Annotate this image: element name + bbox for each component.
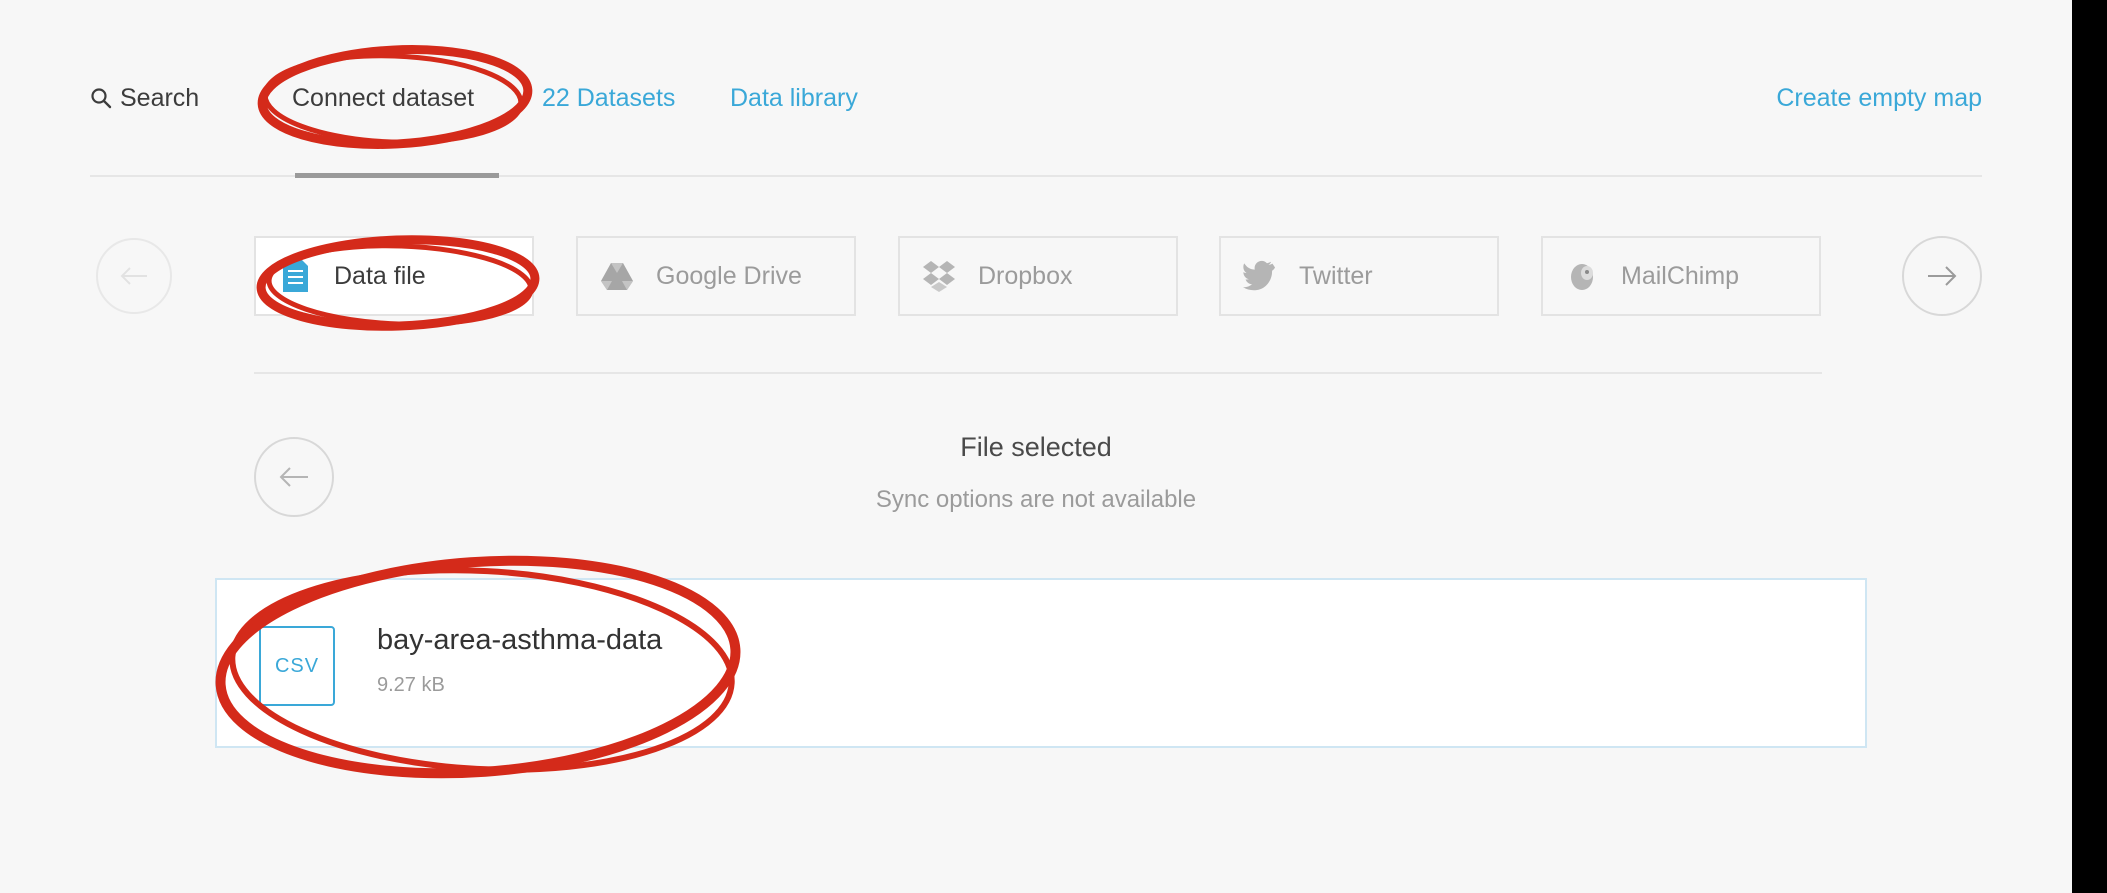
section-divider [254, 372, 1822, 374]
source-label: Dropbox [978, 261, 1073, 290]
mailchimp-icon [1571, 264, 1593, 290]
source-label: Twitter [1299, 261, 1373, 290]
source-twitter-button[interactable]: Twitter [1219, 236, 1499, 316]
selected-file-card[interactable]: CSV bay-area-asthma-data 9.27 kB [215, 578, 1867, 748]
connect-dataset-panel: Search Connect dataset 22 Datasets Data … [0, 0, 2072, 893]
source-label: Data file [334, 261, 426, 290]
arrow-left-icon [279, 467, 308, 487]
create-empty-map-link[interactable]: Create empty map [1776, 82, 1982, 114]
carousel-prev-button[interactable] [96, 238, 172, 314]
source-label: Google Drive [656, 261, 802, 290]
source-label: MailChimp [1621, 261, 1740, 290]
file-type-badge: CSV [259, 626, 335, 706]
carousel-next-button[interactable] [1902, 236, 1982, 316]
search-tab[interactable]: Search [90, 82, 199, 114]
source-google-drive-button[interactable]: Google Drive [576, 236, 856, 316]
google-drive-icon [601, 263, 633, 290]
source-mailchimp-button[interactable]: MailChimp [1541, 236, 1821, 316]
data-library-tab[interactable]: Data library [730, 82, 858, 114]
arrow-right-icon [1928, 266, 1957, 286]
dropbox-icon [923, 261, 955, 292]
source-dropbox-button[interactable]: Dropbox [898, 236, 1178, 316]
top-nav: Search Connect dataset 22 Datasets Data … [90, 70, 1982, 180]
connect-dataset-tab[interactable]: Connect dataset [292, 82, 474, 114]
file-name: bay-area-asthma-data [377, 624, 663, 656]
arrow-left-icon [120, 267, 147, 285]
search-icon [91, 88, 112, 109]
document-icon [283, 260, 308, 292]
active-tab-indicator [295, 173, 499, 178]
source-data-file-button[interactable]: Data file [254, 236, 534, 316]
twitter-icon [1243, 260, 1276, 291]
status-subtitle: Sync options are not available [875, 486, 1197, 513]
file-size: 9.27 kB [377, 674, 445, 696]
search-tab-label: Search [120, 84, 200, 112]
datasets-tab[interactable]: 22 Datasets [542, 82, 675, 114]
status-title: File selected [960, 432, 1112, 462]
